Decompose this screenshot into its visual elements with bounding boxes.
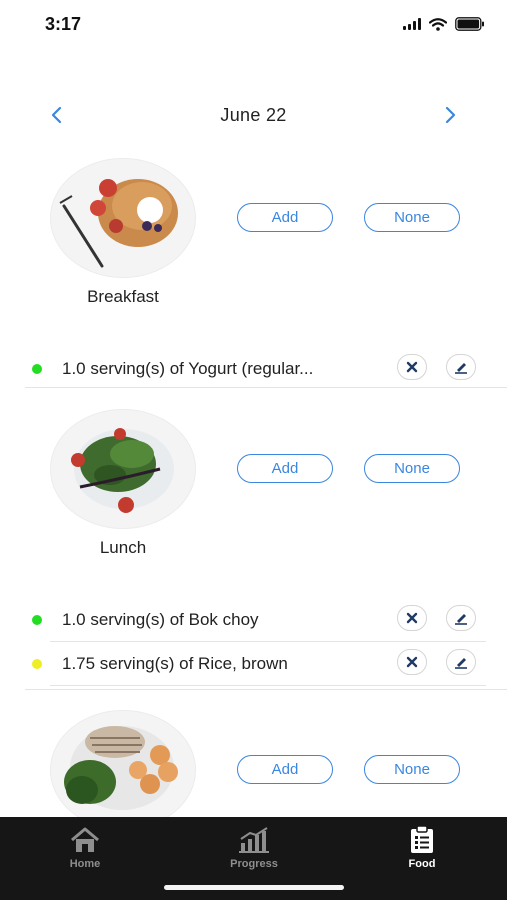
add-food-button[interactable]: Add <box>237 755 333 784</box>
dinner-photo <box>50 710 196 830</box>
meal-name: Breakfast <box>87 287 159 306</box>
status-icons <box>403 17 485 31</box>
close-icon <box>406 656 418 668</box>
add-food-button[interactable]: Add <box>237 203 333 232</box>
divider <box>25 689 507 690</box>
food-diary-screen: 3:17 June 22 Breakfast Add None 1.0 serv… <box>0 0 507 900</box>
tab-label: Progress <box>230 858 278 870</box>
status-dot-yellow <box>32 659 42 669</box>
remove-entry-button[interactable] <box>397 649 427 675</box>
breakfast-photo <box>50 158 196 278</box>
date-navigator: June 22 <box>0 98 507 134</box>
battery-icon <box>455 17 485 31</box>
tab-label: Home <box>69 858 101 870</box>
tab-progress[interactable]: Progress <box>204 823 304 873</box>
home-indicator <box>164 885 344 890</box>
food-entry-text: 1.0 serving(s) of Yogurt (regular... <box>62 359 314 378</box>
mark-none-button[interactable]: None <box>364 454 460 483</box>
remove-entry-button[interactable] <box>397 605 427 631</box>
status-dot-green <box>32 615 42 625</box>
tab-home[interactable]: Home <box>35 823 135 873</box>
wifi-icon <box>429 17 447 31</box>
mark-none-button[interactable]: None <box>364 755 460 784</box>
food-entry-text: 1.75 serving(s) of Rice, brown <box>62 654 288 673</box>
pencil-icon <box>455 363 467 374</box>
divider <box>50 685 486 686</box>
pencil-icon <box>455 614 467 625</box>
food-entry[interactable]: 1.0 serving(s) of Bok choy <box>25 600 507 640</box>
cellular-signal-icon <box>403 18 421 30</box>
remove-entry-button[interactable] <box>397 354 427 380</box>
lunch-photo <box>50 409 196 529</box>
food-entry[interactable]: 1.0 serving(s) of Yogurt (regular... <box>25 349 507 389</box>
add-food-button[interactable]: Add <box>237 454 333 483</box>
status-time: 3:17 <box>45 14 82 34</box>
current-date: June 22 <box>220 105 287 125</box>
meal-name: Lunch <box>99 538 147 557</box>
clipboard-list-icon <box>406 825 438 853</box>
edit-entry-button[interactable] <box>446 605 476 631</box>
home-icon <box>69 825 101 853</box>
divider <box>50 641 486 642</box>
close-icon <box>406 612 418 624</box>
close-icon <box>406 361 418 373</box>
food-entry-text: 1.0 serving(s) of Bok choy <box>62 610 259 629</box>
tab-food[interactable]: Food <box>372 823 472 873</box>
food-entry[interactable]: 1.75 serving(s) of Rice, brown <box>25 644 507 684</box>
edit-entry-button[interactable] <box>446 354 476 380</box>
edit-entry-button[interactable] <box>446 649 476 675</box>
mark-none-button[interactable]: None <box>364 203 460 232</box>
pencil-icon <box>455 658 467 669</box>
divider <box>25 387 507 388</box>
status-dot-green <box>32 364 42 374</box>
status-bar: 3:17 <box>0 0 507 50</box>
progress-chart-icon <box>238 825 270 853</box>
tab-label: Food <box>408 858 436 870</box>
chevron-right-icon[interactable] <box>438 102 464 128</box>
